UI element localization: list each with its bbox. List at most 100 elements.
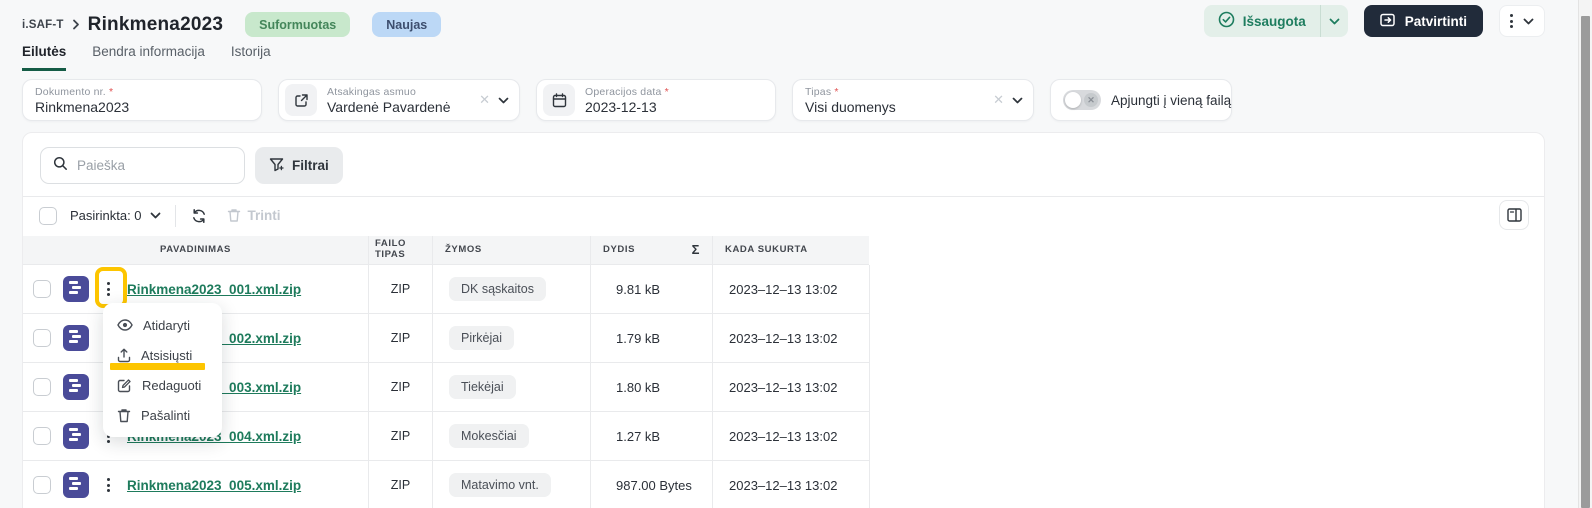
header-dydis[interactable]: Dydis Σ bbox=[591, 236, 713, 264]
tab-istorija[interactable]: Istorija bbox=[231, 44, 271, 71]
check-circle-icon bbox=[1218, 11, 1235, 31]
chevron-right-icon bbox=[72, 19, 80, 30]
files-card: Paieška Filtrai Pasirinkta: 0 Trinti Pav… bbox=[22, 132, 1545, 508]
menu-item-atidaryti[interactable]: Atidaryti bbox=[103, 310, 222, 340]
refresh-button[interactable] bbox=[191, 208, 207, 224]
zip-file-icon bbox=[63, 472, 89, 498]
chevron-down-icon[interactable] bbox=[1012, 97, 1023, 104]
row-checkbox[interactable] bbox=[33, 378, 51, 396]
saved-button-label: Išsaugota bbox=[1242, 13, 1306, 29]
responsible-person-value: Vardenė Pavardenė bbox=[327, 98, 451, 115]
tag-badge: Matavimo vnt. bbox=[449, 473, 551, 497]
status-badge-suformuotas: Suformuotas bbox=[245, 12, 351, 37]
clear-icon[interactable]: ✕ bbox=[993, 92, 1004, 108]
created-cell: 2023–12–13 13:02 bbox=[729, 330, 838, 346]
refresh-icon bbox=[192, 208, 205, 223]
filter-funnel-icon bbox=[269, 157, 284, 175]
calendar-icon[interactable] bbox=[543, 84, 575, 116]
row-checkbox[interactable] bbox=[33, 427, 51, 445]
zip-file-icon bbox=[63, 325, 89, 351]
tag-badge: Tiekėjai bbox=[449, 375, 516, 399]
row-checkbox[interactable] bbox=[33, 280, 51, 298]
file-type-cell: ZIP bbox=[369, 363, 433, 411]
table-header-row: Pavadinimas Failo tipas Žymos Dydis Σ Ka… bbox=[23, 236, 869, 265]
header-zymos[interactable]: Žymos bbox=[433, 236, 591, 264]
search-placeholder: Paieška bbox=[77, 158, 126, 173]
operation-date-value: 2023-12-13 bbox=[585, 98, 657, 115]
search-input[interactable]: Paieška bbox=[40, 147, 245, 184]
row-checkbox[interactable] bbox=[33, 476, 51, 494]
chevron-down-icon bbox=[1329, 18, 1340, 24]
document-number-field[interactable]: Dokumento nr. * Rinkmena2023 bbox=[22, 79, 262, 121]
menu-item-redaguoti[interactable]: Redaguoti bbox=[103, 370, 222, 400]
field-label: Operacijos data bbox=[585, 85, 662, 98]
saved-split-button[interactable]: Išsaugota bbox=[1203, 5, 1348, 37]
size-cell: 1.80 kB bbox=[591, 363, 713, 411]
row-kebab-icon[interactable] bbox=[98, 282, 118, 296]
filters-button[interactable]: Filtrai bbox=[255, 147, 343, 184]
document-number-value: Rinkmena2023 bbox=[35, 98, 130, 115]
trash-icon bbox=[227, 209, 240, 222]
selection-dropdown-chevron-icon[interactable] bbox=[150, 212, 161, 219]
file-type-cell: ZIP bbox=[369, 314, 433, 362]
tab-bendra-informacija[interactable]: Bendra informacija bbox=[92, 44, 205, 71]
table-row: Rinkmena2023_005.xml.zip ZIP Matavimo vn… bbox=[23, 461, 869, 508]
document-fields: Dokumento nr. * Rinkmena2023 Atsakingas … bbox=[22, 79, 1232, 121]
tab-bar: Eilutės Bendra informacija Istorija bbox=[22, 44, 271, 71]
tab-eilutes[interactable]: Eilutės bbox=[22, 44, 67, 71]
merge-toggle-label: Apjungti į vieną failą bbox=[1111, 92, 1232, 108]
tag-badge: Pirkėjai bbox=[449, 326, 514, 350]
filters-button-label: Filtrai bbox=[292, 158, 329, 173]
tag-badge: DK sąskaitos bbox=[449, 277, 546, 301]
more-actions-button[interactable] bbox=[1499, 5, 1545, 37]
file-link[interactable]: Rinkmena2023_001.xml.zip bbox=[127, 282, 301, 297]
row-checkbox[interactable] bbox=[33, 329, 51, 347]
clear-icon[interactable]: ✕ bbox=[479, 92, 490, 108]
sum-icon[interactable]: Σ bbox=[692, 242, 700, 258]
created-cell: 2023–12–13 13:02 bbox=[729, 281, 838, 297]
edit-icon bbox=[117, 378, 131, 392]
menu-item-atsisiusti[interactable]: Atsisiųsti bbox=[103, 340, 222, 370]
external-link-icon[interactable] bbox=[285, 84, 317, 116]
created-cell: 2023–12–13 13:02 bbox=[729, 428, 838, 444]
chevron-down-icon[interactable] bbox=[498, 97, 509, 104]
delete-button[interactable]: Trinti bbox=[227, 208, 281, 223]
merge-toggle[interactable]: ✕ bbox=[1063, 90, 1101, 110]
page-title: Rinkmena2023 bbox=[87, 13, 224, 35]
responsible-person-field[interactable]: Atsakingas asmuo Vardenė Pavardenė ✕ bbox=[278, 79, 520, 121]
header-kada-sukurta[interactable]: Kada sukurta bbox=[713, 236, 869, 264]
created-cell: 2023–12–13 13:02 bbox=[729, 477, 838, 493]
created-cell: 2023–12–13 13:02 bbox=[729, 379, 838, 395]
scrollbar-thumb[interactable] bbox=[1581, 16, 1590, 508]
size-cell: 9.81 kB bbox=[591, 265, 713, 313]
header-failo-tipas[interactable]: Failo tipas bbox=[369, 236, 433, 264]
chevron-down-icon bbox=[1523, 18, 1534, 24]
confirm-button-label: Patvirtinti bbox=[1404, 13, 1467, 29]
file-type-cell: ZIP bbox=[369, 412, 433, 460]
selected-count-label: Pasirinkta: 0 bbox=[70, 208, 142, 223]
vertical-scrollbar[interactable] bbox=[1578, 0, 1592, 508]
row-kebab-icon[interactable] bbox=[98, 478, 118, 492]
operation-date-field[interactable]: Operacijos data * 2023-12-13 bbox=[536, 79, 776, 121]
zip-file-icon bbox=[63, 423, 89, 449]
merge-to-single-file-field: ✕ Apjungti į vieną failą bbox=[1050, 79, 1232, 121]
saved-dropdown-toggle[interactable] bbox=[1319, 5, 1348, 37]
header-pavadinimas[interactable]: Pavadinimas bbox=[23, 236, 369, 264]
column-settings-button[interactable] bbox=[1499, 200, 1529, 230]
field-label: Atsakingas asmuo bbox=[327, 85, 416, 98]
zip-file-icon bbox=[63, 374, 89, 400]
breadcrumb-root[interactable]: i.SAF-T bbox=[22, 19, 64, 31]
eye-icon bbox=[117, 319, 133, 331]
select-all-checkbox[interactable] bbox=[39, 206, 57, 225]
table-toolbar: Pasirinkta: 0 Trinti bbox=[23, 196, 1544, 234]
confirm-button[interactable]: Patvirtinti bbox=[1363, 5, 1483, 37]
menu-item-pasalinti[interactable]: Pašalinti bbox=[103, 400, 222, 430]
trash-icon bbox=[117, 408, 131, 422]
status-badge-naujas: Naujas bbox=[372, 12, 442, 37]
submit-box-icon bbox=[1379, 13, 1396, 30]
size-cell: 1.27 kB bbox=[591, 412, 713, 460]
zip-file-icon bbox=[63, 276, 89, 302]
type-field[interactable]: Tipas * Visi duomenys ✕ bbox=[792, 79, 1034, 121]
file-link[interactable]: Rinkmena2023_005.xml.zip bbox=[127, 478, 301, 493]
size-cell: 987.00 Bytes bbox=[591, 461, 713, 508]
